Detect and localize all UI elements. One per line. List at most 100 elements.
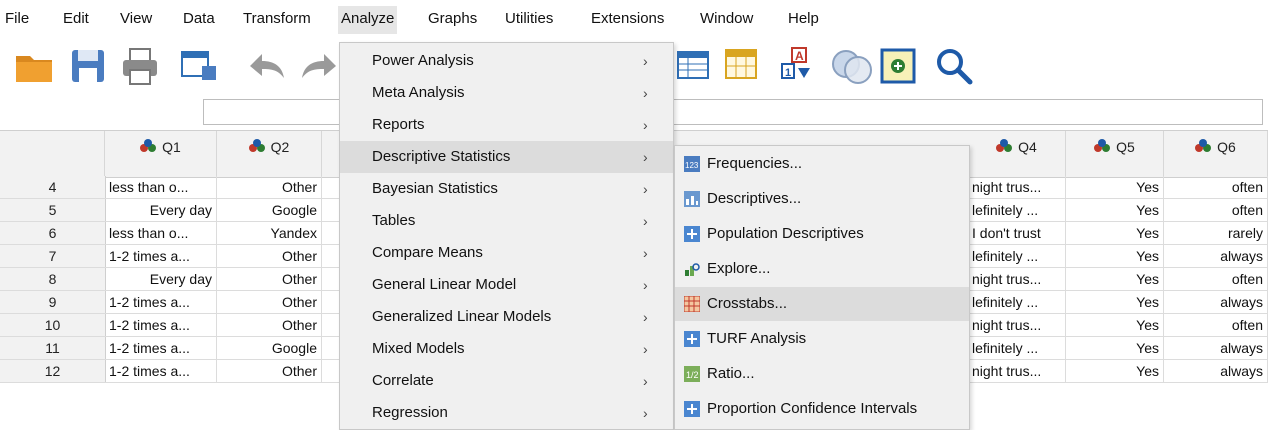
submenu-item-turf-analysis[interactable]: TURF Analysis [675,322,969,356]
menu-item-tables[interactable]: Tables › [340,205,673,237]
row-number[interactable]: 5 [0,199,106,221]
cell-q5[interactable]: Yes [1066,199,1164,221]
cell-q6[interactable]: often [1164,176,1268,198]
menu-extensions[interactable]: Extensions [588,8,667,29]
use-sets-icon[interactable] [830,48,874,84]
row-number[interactable]: 4 [0,176,106,198]
menu-item-meta-analysis[interactable]: Meta Analysis › [340,77,673,109]
cell-q6[interactable]: often [1164,314,1268,336]
save-icon[interactable] [70,48,106,84]
cell-q5[interactable]: Yes [1066,222,1164,244]
cell-q6[interactable]: always [1164,291,1268,313]
submenu-item-crosstabs[interactable]: Crosstabs... [675,287,969,321]
column-header-q1[interactable]: Q1 [105,131,217,177]
menu-window[interactable]: Window [697,8,756,29]
cell-q2[interactable]: Other [217,314,322,336]
cell-q2[interactable]: Other [217,176,322,198]
menu-transform[interactable]: Transform [240,8,314,29]
column-header-q2[interactable]: Q2 [217,131,322,177]
column-header-q5[interactable]: Q5 [1066,131,1164,177]
column-header-q4[interactable]: Q4 [968,131,1066,177]
menu-item-compare-means[interactable]: Compare Means › [340,237,673,269]
cell-q1[interactable]: 1-2 times a... [105,245,217,267]
row-number[interactable]: 7 [0,245,106,267]
column-header-q6[interactable]: Q6 [1164,131,1268,177]
menu-item-correlate[interactable]: Correlate › [340,365,673,397]
row-number[interactable]: 12 [0,360,106,382]
cell-q4[interactable]: night trus... [968,314,1066,336]
submenu-item-proportion-confidence-intervals[interactable]: Proportion Confidence Intervals [675,392,969,426]
submenu-item-descriptives[interactable]: Descriptives... [675,182,969,216]
menu-item-reports[interactable]: Reports › [340,109,673,141]
cell-q1[interactable]: 1-2 times a... [105,314,217,336]
row-number[interactable]: 10 [0,314,106,336]
menu-item-generalized-linear-models[interactable]: Generalized Linear Models › [340,301,673,333]
cell-q6[interactable]: often [1164,199,1268,221]
cell-q5[interactable]: Yes [1066,337,1164,359]
menu-analyze[interactable]: Analyze [338,6,398,34]
menu-help[interactable]: Help [785,8,822,29]
cell-q6[interactable]: always [1164,245,1268,267]
redo-icon[interactable] [300,50,340,82]
row-number[interactable]: 9 [0,291,106,313]
menu-utilities[interactable]: Utilities [502,8,556,29]
cell-q2[interactable]: Yandex [217,222,322,244]
cell-q6[interactable]: always [1164,337,1268,359]
row-number[interactable]: 11 [0,337,106,359]
print-icon[interactable] [120,46,160,86]
value-labels-icon[interactable]: A 1 [780,46,814,82]
menu-data[interactable]: Data [180,8,218,29]
menu-item-bayesian-statistics[interactable]: Bayesian Statistics › [340,173,673,205]
undo-icon[interactable] [244,50,288,82]
search-icon[interactable] [934,46,974,86]
variables-icon[interactable] [724,48,758,80]
cell-q6[interactable]: often [1164,268,1268,290]
menu-view[interactable]: View [117,8,155,29]
open-folder-icon[interactable] [14,48,56,84]
cell-q4[interactable]: lefinitely ... [968,245,1066,267]
submenu-item-explore[interactable]: Explore... [675,252,969,286]
cell-q5[interactable]: Yes [1066,176,1164,198]
cell-q4[interactable]: night trus... [968,360,1066,382]
submenu-item-population-descriptives[interactable]: Population Descriptives [675,217,969,251]
cell-q2[interactable]: Google [217,337,322,359]
cell-q2[interactable]: Other [217,360,322,382]
dialog-recall-icon[interactable] [178,48,220,84]
cell-q4[interactable]: lefinitely ... [968,199,1066,221]
row-number[interactable]: 6 [0,222,106,244]
cell-q4[interactable]: lefinitely ... [968,291,1066,313]
cell-q1[interactable]: less than o... [105,176,217,198]
cell-q4[interactable]: lefinitely ... [968,337,1066,359]
cell-q5[interactable]: Yes [1066,314,1164,336]
cell-q1[interactable]: 1-2 times a... [105,360,217,382]
cell-q6[interactable]: always [1164,360,1268,382]
cell-q4[interactable]: night trus... [968,176,1066,198]
menu-item-descriptive-statistics[interactable]: Descriptive Statistics › [340,141,673,173]
cell-q5[interactable]: Yes [1066,291,1164,313]
cell-q1[interactable]: less than o... [105,222,217,244]
menu-item-regression[interactable]: Regression › [340,397,673,429]
menu-edit[interactable]: Edit [60,8,92,29]
goto-case-icon[interactable] [676,50,710,80]
submenu-item-ratio[interactable]: 1/2 Ratio... [675,357,969,391]
menu-item-mixed-models[interactable]: Mixed Models › [340,333,673,365]
insert-case-icon[interactable] [880,48,916,84]
cell-q1[interactable]: 1-2 times a... [105,291,217,313]
cell-q2[interactable]: Google [217,199,322,221]
cell-q5[interactable]: Yes [1066,360,1164,382]
cell-q4[interactable]: night trus... [968,268,1066,290]
cell-q2[interactable]: Other [217,291,322,313]
menu-graphs[interactable]: Graphs [425,8,480,29]
cell-q6[interactable]: rarely [1164,222,1268,244]
cell-q2[interactable]: Other [217,268,322,290]
cell-q1[interactable]: Every day [105,268,217,290]
menu-item-power-analysis[interactable]: Power Analysis › [340,45,673,77]
menu-item-general-linear-model[interactable]: General Linear Model › [340,269,673,301]
submenu-item-frequencies[interactable]: 123 Frequencies... [675,147,969,181]
cell-q4[interactable]: I don't trust [968,222,1066,244]
cell-q1[interactable]: Every day [105,199,217,221]
row-number[interactable]: 8 [0,268,106,290]
cell-q2[interactable]: Other [217,245,322,267]
cell-q5[interactable]: Yes [1066,268,1164,290]
cell-q1[interactable]: 1-2 times a... [105,337,217,359]
